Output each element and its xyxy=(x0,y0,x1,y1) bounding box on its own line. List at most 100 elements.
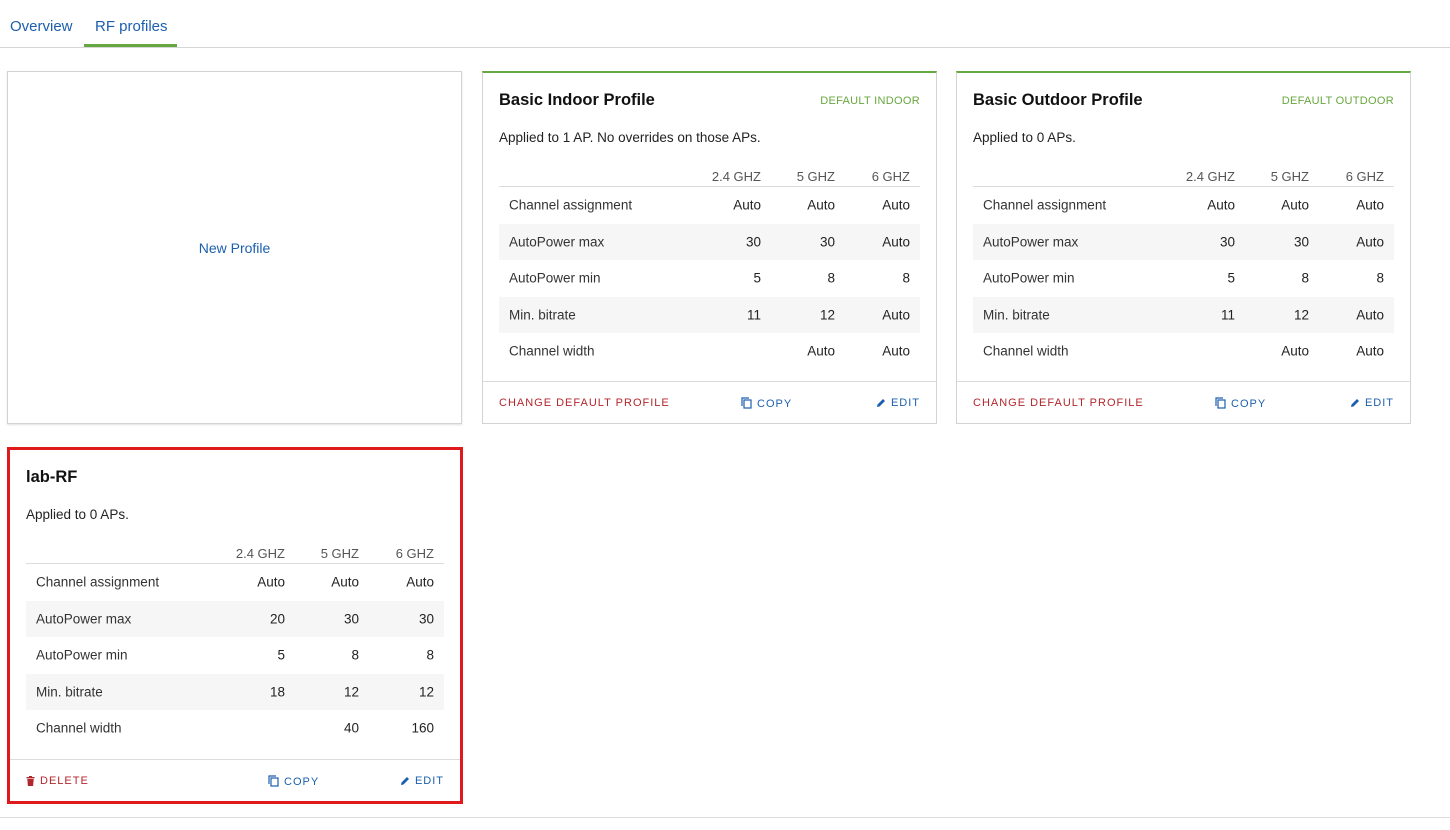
copy-icon xyxy=(1215,397,1226,409)
value-5ghz: Auto xyxy=(331,574,359,590)
profile-card-lab-rf: lab-RF Applied to 0 APs. 2.4 GHZ 5 GHZ 6… xyxy=(7,447,463,804)
edit-button[interactable]: EDIT xyxy=(1350,397,1394,409)
card-actions: CHANGE DEFAULT PROFILE COPY EDIT xyxy=(483,381,936,423)
value-6ghz: Auto xyxy=(406,574,434,590)
value-2-4ghz: 30 xyxy=(1219,234,1235,250)
change-default-profile-button[interactable]: CHANGE DEFAULT PROFILE xyxy=(973,397,1144,409)
value-6ghz: 30 xyxy=(418,611,434,627)
tab-rf-profiles[interactable]: RF profiles xyxy=(95,18,168,35)
value-2-4ghz: Auto xyxy=(257,574,285,590)
table-row: Min. bitrate 18 12 12 xyxy=(26,673,444,710)
column-header-2-4ghz: 2.4 GHZ xyxy=(235,546,285,561)
value-6ghz: 8 xyxy=(1376,270,1384,286)
copy-button[interactable]: COPY xyxy=(741,397,792,410)
row-label: AutoPower min xyxy=(36,647,128,663)
column-header-2-4ghz: 2.4 GHZ xyxy=(1185,169,1235,184)
value-2-4ghz: 20 xyxy=(269,611,285,627)
row-label: AutoPower max xyxy=(36,611,132,627)
profile-title: Basic Outdoor Profile xyxy=(973,91,1143,109)
value-5ghz: 30 xyxy=(343,611,359,627)
copy-icon xyxy=(741,397,752,409)
value-6ghz: Auto xyxy=(1356,343,1384,359)
column-header-2-4ghz: 2.4 GHZ xyxy=(711,169,761,184)
applied-summary: Applied to 0 APs. xyxy=(973,130,1076,145)
value-6ghz: Auto xyxy=(882,234,910,250)
applied-summary: Applied to 0 APs. xyxy=(26,507,129,522)
new-profile-card[interactable]: New Profile xyxy=(7,71,462,424)
table-row: AutoPower max 20 30 30 xyxy=(26,600,444,637)
table-row: AutoPower min 5 8 8 xyxy=(499,260,920,297)
copy-button[interactable]: COPY xyxy=(1215,397,1266,410)
profile-card-basic-indoor: Basic Indoor Profile DEFAULT INDOOR Appl… xyxy=(482,71,937,424)
trash-icon xyxy=(26,776,35,786)
table-row: Channel assignment Auto Auto Auto xyxy=(973,187,1394,224)
new-profile-button[interactable]: New Profile xyxy=(8,240,461,256)
value-6ghz: 8 xyxy=(426,647,434,663)
value-2-4ghz: 11 xyxy=(746,307,761,323)
value-6ghz: 8 xyxy=(902,270,910,286)
tab-overview[interactable]: Overview xyxy=(10,18,73,35)
value-5ghz: Auto xyxy=(1281,343,1309,359)
copy-label: COPY xyxy=(757,398,793,410)
value-5ghz: Auto xyxy=(1281,197,1309,213)
value-6ghz: 12 xyxy=(418,684,434,700)
table-row: AutoPower max 30 30 Auto xyxy=(499,223,920,260)
copy-button[interactable]: COPY xyxy=(268,775,319,788)
value-6ghz: Auto xyxy=(1356,234,1384,250)
column-header-6ghz: 6 GHZ xyxy=(395,546,434,561)
edit-button[interactable]: EDIT xyxy=(400,775,444,787)
value-5ghz: 12 xyxy=(343,684,359,700)
tab-bar: Overview RF profiles xyxy=(0,0,1450,48)
table-row: Min. bitrate 11 12 Auto xyxy=(499,296,920,333)
value-6ghz: Auto xyxy=(1356,307,1384,323)
table-header: 2.4 GHZ 5 GHZ 6 GHZ xyxy=(499,155,920,187)
row-label: Channel assignment xyxy=(36,574,160,590)
copy-label: COPY xyxy=(284,776,320,788)
row-label: AutoPower max xyxy=(983,234,1079,250)
column-header-5ghz: 5 GHZ xyxy=(320,546,359,561)
row-label: Min. bitrate xyxy=(36,684,103,700)
column-header-5ghz: 5 GHZ xyxy=(1270,169,1309,184)
value-2-4ghz: 5 xyxy=(1227,270,1235,286)
value-2-4ghz: 18 xyxy=(269,684,285,700)
table-row: Channel assignment Auto Auto Auto xyxy=(26,564,444,601)
table-row: Channel width Auto Auto xyxy=(973,333,1394,370)
row-label: Channel width xyxy=(509,343,595,359)
table-row: AutoPower min 5 8 8 xyxy=(973,260,1394,297)
value-5ghz: 8 xyxy=(1301,270,1309,286)
value-6ghz: Auto xyxy=(882,307,910,323)
value-2-4ghz: 11 xyxy=(1220,307,1235,323)
profile-settings-table: 2.4 GHZ 5 GHZ 6 GHZ Channel assignment A… xyxy=(499,155,920,370)
value-5ghz: 12 xyxy=(1293,307,1309,323)
value-5ghz: 30 xyxy=(1293,234,1309,250)
value-5ghz: 40 xyxy=(343,720,359,736)
edit-button[interactable]: EDIT xyxy=(876,397,920,409)
value-2-4ghz: 5 xyxy=(277,647,285,663)
pencil-icon xyxy=(1350,399,1359,407)
edit-label: EDIT xyxy=(1364,397,1394,409)
profile-settings-table: 2.4 GHZ 5 GHZ 6 GHZ Channel assignment A… xyxy=(973,155,1394,370)
profile-title: lab-RF xyxy=(26,468,78,486)
delete-button[interactable]: DELETE xyxy=(26,775,89,787)
column-header-5ghz: 5 GHZ xyxy=(796,169,835,184)
applied-summary: Applied to 1 AP. No overrides on those A… xyxy=(499,130,761,145)
copy-label: COPY xyxy=(1231,398,1267,410)
table-header: 2.4 GHZ 5 GHZ 6 GHZ xyxy=(973,155,1394,187)
default-badge: DEFAULT OUTDOOR xyxy=(1281,95,1394,107)
delete-label: DELETE xyxy=(40,775,89,787)
pencil-icon xyxy=(400,777,409,785)
value-5ghz: 8 xyxy=(351,647,359,663)
card-actions: DELETE COPY EDIT xyxy=(10,759,460,801)
table-header: 2.4 GHZ 5 GHZ 6 GHZ xyxy=(26,532,444,564)
row-label: Channel width xyxy=(983,343,1069,359)
column-header-6ghz: 6 GHZ xyxy=(871,169,910,184)
page-bottom-divider xyxy=(0,817,1450,818)
row-label: Channel assignment xyxy=(509,197,633,213)
active-tab-indicator xyxy=(84,44,177,47)
profile-card-basic-outdoor: Basic Outdoor Profile DEFAULT OUTDOOR Ap… xyxy=(956,71,1411,424)
value-5ghz: Auto xyxy=(807,197,835,213)
edit-label: EDIT xyxy=(414,775,444,787)
row-label: Min. bitrate xyxy=(983,307,1050,323)
table-row: AutoPower min 5 8 8 xyxy=(26,637,444,674)
change-default-profile-button[interactable]: CHANGE DEFAULT PROFILE xyxy=(499,397,670,409)
